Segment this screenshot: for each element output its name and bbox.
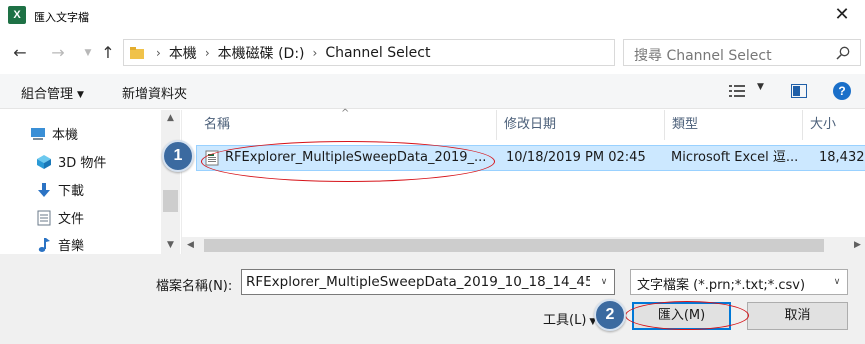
tools-menu-button[interactable]: 工具(L) ▼	[543, 309, 596, 328]
chevron-down-icon[interactable]: ∨	[594, 270, 614, 294]
search-icon[interactable]	[836, 46, 850, 60]
command-toolbar: 組合管理 ▼ 新增資料夾 ▼ ?	[0, 74, 865, 109]
sidebar-scroll-thumb[interactable]	[163, 190, 178, 212]
organize-button[interactable]: 組合管理 ▼	[21, 83, 84, 102]
download-arrow-icon	[36, 182, 52, 198]
window-title: 匯入文字檔	[34, 11, 89, 24]
column-header-size[interactable]: 大小	[806, 110, 865, 140]
breadcrumb-separator[interactable]: ›	[201, 46, 214, 60]
computer-icon	[30, 126, 46, 142]
file-list: ^ 名稱 修改日期 類型 大小 RFExplorer_MultipleSweep…	[181, 108, 865, 254]
forward-arrow-icon[interactable]: →	[48, 43, 68, 63]
file-modified-date: 10/18/2019 PM 02:45	[506, 150, 646, 165]
sidebar-item-3d-objects[interactable]: 3D 物件	[36, 152, 106, 171]
file-type-select[interactable]: 文字檔案 (*.prn;*.txt;*.csv) ∨	[630, 269, 848, 295]
filename-label: 檔案名稱(N):	[156, 279, 233, 294]
navigation-pane: 本機 3D 物件 下載 文件 音樂 ▲ ▼	[0, 110, 180, 254]
scroll-right-icon[interactable]: ▶	[849, 237, 865, 254]
search-input[interactable]: 搜尋 Channel Select	[634, 45, 772, 65]
sidebar-item-this-pc[interactable]: 本機	[30, 124, 78, 143]
column-divider[interactable]	[802, 110, 803, 140]
column-header-type[interactable]: 類型	[668, 110, 798, 140]
sidebar-item-label: 音樂	[58, 239, 85, 254]
view-options-dropdown-icon[interactable]: ▼	[757, 82, 764, 92]
organize-label: 組合管理	[21, 87, 74, 102]
column-divider[interactable]	[664, 110, 665, 140]
sidebar-item-documents[interactable]: 文件	[36, 208, 84, 227]
title-bar: X 匯入文字檔 ✕	[0, 0, 865, 31]
step-badge-2: 2	[594, 299, 626, 331]
document-icon	[36, 210, 52, 226]
caret-down-icon: ▼	[77, 89, 84, 100]
chevron-down-icon[interactable]: ∨	[827, 270, 847, 294]
back-arrow-icon[interactable]: ←	[10, 43, 30, 63]
scroll-left-icon[interactable]: ◀	[182, 237, 199, 254]
highlight-ring-import	[625, 301, 749, 330]
up-arrow-icon[interactable]: ↑	[98, 43, 118, 63]
view-list-icon[interactable]	[729, 84, 745, 98]
column-divider[interactable]	[496, 110, 497, 140]
scroll-down-icon[interactable]: ▼	[161, 237, 180, 254]
breadcrumb-separator[interactable]: ›	[309, 46, 322, 60]
scroll-up-icon[interactable]: ▲	[161, 110, 180, 127]
file-type: Microsoft Excel 逗...	[671, 150, 799, 165]
filename-field[interactable]: RFExplorer_MultipleSweepData_2019_10_18_…	[246, 274, 590, 290]
file-list-horizontal-scrollbar[interactable]: ◀ ▶	[182, 237, 865, 254]
navigation-bar: ← → ▼ ↑ › 本機 › 本機磁碟 (D:) › Channel Selec…	[0, 35, 865, 69]
excel-icon: X	[8, 6, 26, 24]
sidebar-scrollbar[interactable]: ▲ ▼	[161, 110, 180, 254]
file-type-value: 文字檔案 (*.prn;*.txt;*.csv)	[637, 278, 806, 293]
dialog-footer: 檔案名稱(N): RFExplorer_MultipleSweepData_20…	[0, 254, 865, 344]
preview-pane-icon[interactable]	[791, 84, 807, 98]
close-icon[interactable]: ✕	[831, 4, 853, 26]
breadcrumb-local-disk-d[interactable]: 本機磁碟 (D:)	[214, 43, 309, 63]
sidebar-item-label: 本機	[52, 128, 79, 143]
column-header-name[interactable]: 名稱	[200, 110, 496, 140]
sidebar-item-downloads[interactable]: 下載	[36, 180, 84, 199]
new-folder-button[interactable]: 新增資料夾	[122, 83, 187, 102]
step-badge-1: 1	[162, 140, 194, 172]
tools-label: 工具(L)	[543, 313, 587, 328]
column-header-modified[interactable]: 修改日期	[500, 110, 664, 140]
search-box[interactable]: 搜尋 Channel Select	[623, 39, 861, 66]
highlight-ring-file	[201, 141, 495, 182]
sidebar-item-label: 3D 物件	[58, 156, 107, 171]
breadcrumb-this-pc[interactable]: 本機	[165, 43, 201, 63]
address-bar[interactable]: › 本機 › 本機磁碟 (D:) › Channel Select ⌄ ↻	[123, 39, 731, 66]
sidebar-item-label: 文件	[58, 212, 85, 227]
horizontal-scroll-thumb[interactable]	[204, 239, 824, 252]
breadcrumb: › 本機 › 本機磁碟 (D:) › Channel Select	[152, 40, 434, 65]
cancel-button[interactable]: 取消	[747, 302, 848, 330]
cube-3d-icon	[36, 154, 52, 170]
breadcrumb-channel-select[interactable]: Channel Select	[321, 45, 434, 61]
music-note-icon	[36, 237, 52, 253]
file-size: 18,432	[819, 150, 865, 165]
filename-combobox[interactable]: RFExplorer_MultipleSweepData_2019_10_18_…	[241, 269, 615, 295]
recent-locations-dropdown-icon[interactable]: ▼	[78, 43, 98, 63]
sidebar-item-music[interactable]: 音樂	[36, 235, 84, 254]
breadcrumb-separator: ›	[156, 45, 161, 60]
sidebar-item-label: 下載	[58, 184, 85, 199]
folder-icon	[130, 47, 144, 59]
help-icon[interactable]: ?	[833, 82, 851, 100]
